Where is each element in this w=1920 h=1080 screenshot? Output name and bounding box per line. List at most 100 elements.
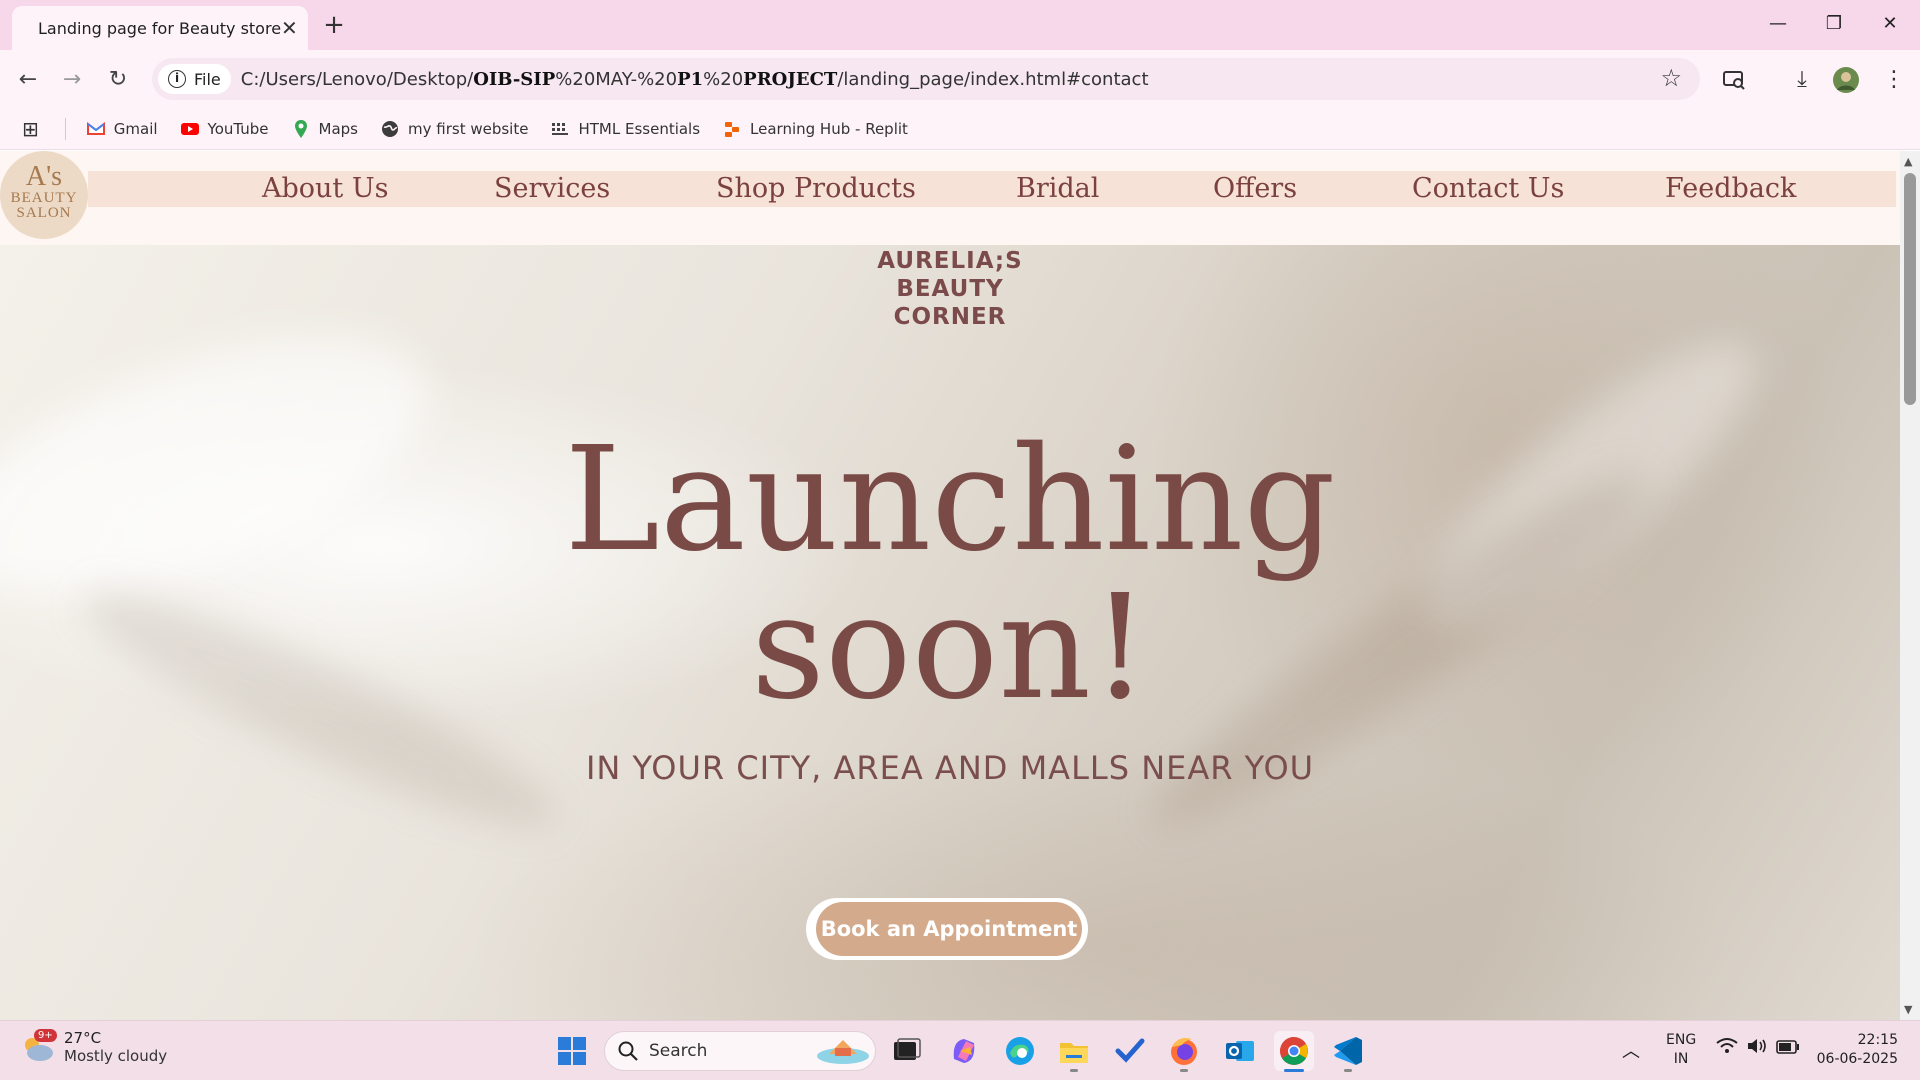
fabric-highlight xyxy=(0,285,460,645)
nav-contact-us[interactable]: Contact Us xyxy=(1412,173,1564,204)
bookmark-maps[interactable]: Maps xyxy=(291,119,358,139)
page-scrollbar[interactable]: ▲ ▼ xyxy=(1900,151,1920,1020)
wifi-icon[interactable] xyxy=(1716,1037,1738,1059)
logo-monogram: A's xyxy=(25,161,63,192)
site-header: About Us Services Shop Products Bridal O… xyxy=(0,151,1900,245)
search-icon xyxy=(618,1041,638,1061)
weather-text: Mostly cloudy xyxy=(64,1047,168,1065)
bookmark-replit[interactable]: Learning Hub - Replit xyxy=(722,119,908,139)
brand-name: AURELIA;S BEAUTY CORNER xyxy=(850,247,1050,331)
url-text[interactable]: C:/Users/Lenovo/Desktop/OIB-SIP%20MAY-%2… xyxy=(241,69,1149,90)
bookmark-html-essentials[interactable]: HTML Essentials xyxy=(550,119,700,139)
task-view-icon[interactable] xyxy=(886,1031,926,1071)
bookmark-my-first-website[interactable]: my first website xyxy=(380,119,528,139)
windows-logo-icon xyxy=(558,1037,586,1065)
site-info-chip[interactable]: i File xyxy=(158,64,231,94)
new-tab-button[interactable]: + xyxy=(318,10,350,42)
temperature: 27°C xyxy=(64,1029,102,1047)
replit-icon xyxy=(725,121,740,137)
tab-close-icon[interactable]: ✕ xyxy=(281,16,298,40)
bookmark-gmail[interactable]: Gmail xyxy=(86,119,158,139)
info-icon: i xyxy=(168,70,186,88)
bookmark-star-icon[interactable]: ☆ xyxy=(1660,64,1682,92)
weather-cloud-icon: 9+ xyxy=(20,1029,57,1061)
nav-bridal[interactable]: Bridal xyxy=(1016,173,1099,204)
web-page: About Us Services Shop Products Bridal O… xyxy=(0,151,1900,1020)
region-code: IN xyxy=(1673,1051,1689,1067)
show-hidden-icons-chevron-icon[interactable]: ︿ xyxy=(1622,1037,1640,1063)
nav-feedback[interactable]: Feedback xyxy=(1665,173,1796,204)
profile-avatar[interactable] xyxy=(1828,62,1864,98)
logo-text-beauty: BEAUTY xyxy=(10,190,78,206)
brand-line: BEAUTY xyxy=(896,276,1004,302)
scrollbar-thumb[interactable] xyxy=(1904,173,1916,405)
browser-tab-bar: Landing page for Beauty store ✕ + — ❐ ✕ xyxy=(0,0,1920,50)
apps-grid-icon[interactable]: ⊞ xyxy=(22,117,39,141)
browser-toolbar: ← → ↻ i File C:/Users/Lenovo/Desktop/OIB… xyxy=(0,50,1920,108)
brand-line: CORNER xyxy=(893,304,1007,330)
youtube-icon xyxy=(180,122,199,135)
hero-headline: Launching soon! xyxy=(450,425,1450,721)
nav-offers[interactable]: Offers xyxy=(1213,173,1297,204)
running-indicator xyxy=(1070,1069,1078,1072)
file-explorer-icon[interactable] xyxy=(1054,1031,1094,1072)
search-label: Search xyxy=(649,1041,708,1061)
outlook-icon[interactable] xyxy=(1220,1031,1260,1071)
weather-badge: 9+ xyxy=(34,1029,57,1042)
battery-icon[interactable] xyxy=(1776,1039,1800,1058)
book-appointment-button[interactable]: Book an Appointment xyxy=(816,902,1082,956)
weather-widget[interactable]: 9+ 27°C Mostly cloudy xyxy=(20,1029,167,1065)
system-clock[interactable]: 22:15 06-06-2025 xyxy=(1806,1031,1898,1069)
grid-dots-icon xyxy=(552,122,569,135)
back-button[interactable]: ← xyxy=(10,62,46,98)
book-appointment-wrapper: Book an Appointment xyxy=(806,898,1088,960)
headline-line: soon! xyxy=(751,563,1149,731)
clock-date: 06-06-2025 xyxy=(1816,1051,1898,1067)
todo-icon[interactable] xyxy=(1110,1031,1150,1071)
address-bar[interactable]: i File C:/Users/Lenovo/Desktop/OIB-SIP%2… xyxy=(152,58,1700,100)
edge-browser-icon[interactable] xyxy=(1000,1031,1040,1071)
vscode-icon[interactable] xyxy=(1328,1031,1368,1072)
window-close-button[interactable]: ✕ xyxy=(1870,8,1910,40)
scroll-up-arrow-icon[interactable]: ▲ xyxy=(1904,155,1912,168)
taskbar-search[interactable]: Search xyxy=(604,1031,876,1071)
start-button[interactable] xyxy=(552,1031,592,1071)
nav-shop-products[interactable]: Shop Products xyxy=(716,173,916,204)
gmail-icon xyxy=(86,121,105,135)
search-highlight-icon xyxy=(817,1040,869,1064)
firefox-icon[interactable] xyxy=(1164,1031,1204,1072)
menu-icon[interactable]: ⋮ xyxy=(1876,62,1912,98)
maps-icon xyxy=(294,119,307,138)
chrome-icon[interactable] xyxy=(1274,1031,1314,1072)
hero-section: AURELIA;S BEAUTY CORNER Launching soon! … xyxy=(0,245,1900,1020)
scroll-down-arrow-icon[interactable]: ▼ xyxy=(1904,1003,1912,1016)
restore-button[interactable]: ❐ xyxy=(1814,8,1854,40)
reload-button[interactable]: ↻ xyxy=(100,62,136,98)
nav-services[interactable]: Services xyxy=(494,173,610,204)
running-indicator xyxy=(1344,1069,1352,1072)
tab-title: Landing page for Beauty store xyxy=(38,18,282,38)
salon-logo[interactable]: A's BEAUTY SALON xyxy=(0,151,88,239)
download-icon[interactable]: ⤓ xyxy=(1784,62,1820,98)
clock-time: 22:15 xyxy=(1857,1032,1898,1048)
nav-about-us[interactable]: About Us xyxy=(262,173,388,204)
site-nav: About Us Services Shop Products Bridal O… xyxy=(88,171,1896,207)
language-code: ENG xyxy=(1666,1032,1697,1048)
headline-line: Launching xyxy=(564,415,1336,583)
windows-taskbar: 9+ 27°C Mostly cloudy Search ︿ ENG IN 22… xyxy=(0,1020,1920,1080)
volume-icon[interactable] xyxy=(1746,1037,1768,1059)
brand-line: AURELIA;S xyxy=(877,248,1023,274)
running-indicator xyxy=(1180,1069,1188,1072)
copilot-icon[interactable] xyxy=(944,1031,984,1071)
forward-button[interactable]: → xyxy=(54,62,90,98)
language-indicator[interactable]: ENG IN xyxy=(1666,1031,1696,1069)
hero-subheading: IN YOUR CITY, AREA AND MALLS NEAR YOU xyxy=(585,749,1315,787)
cast-search-icon[interactable] xyxy=(1716,62,1752,98)
active-indicator xyxy=(1284,1069,1304,1072)
bookmark-youtube[interactable]: YouTube xyxy=(180,119,269,139)
scheme-label: File xyxy=(194,69,221,89)
divider xyxy=(64,117,66,140)
logo-text-salon: SALON xyxy=(16,205,72,221)
browser-tab[interactable]: Landing page for Beauty store ✕ xyxy=(12,6,308,50)
minimize-button[interactable]: — xyxy=(1758,8,1798,40)
